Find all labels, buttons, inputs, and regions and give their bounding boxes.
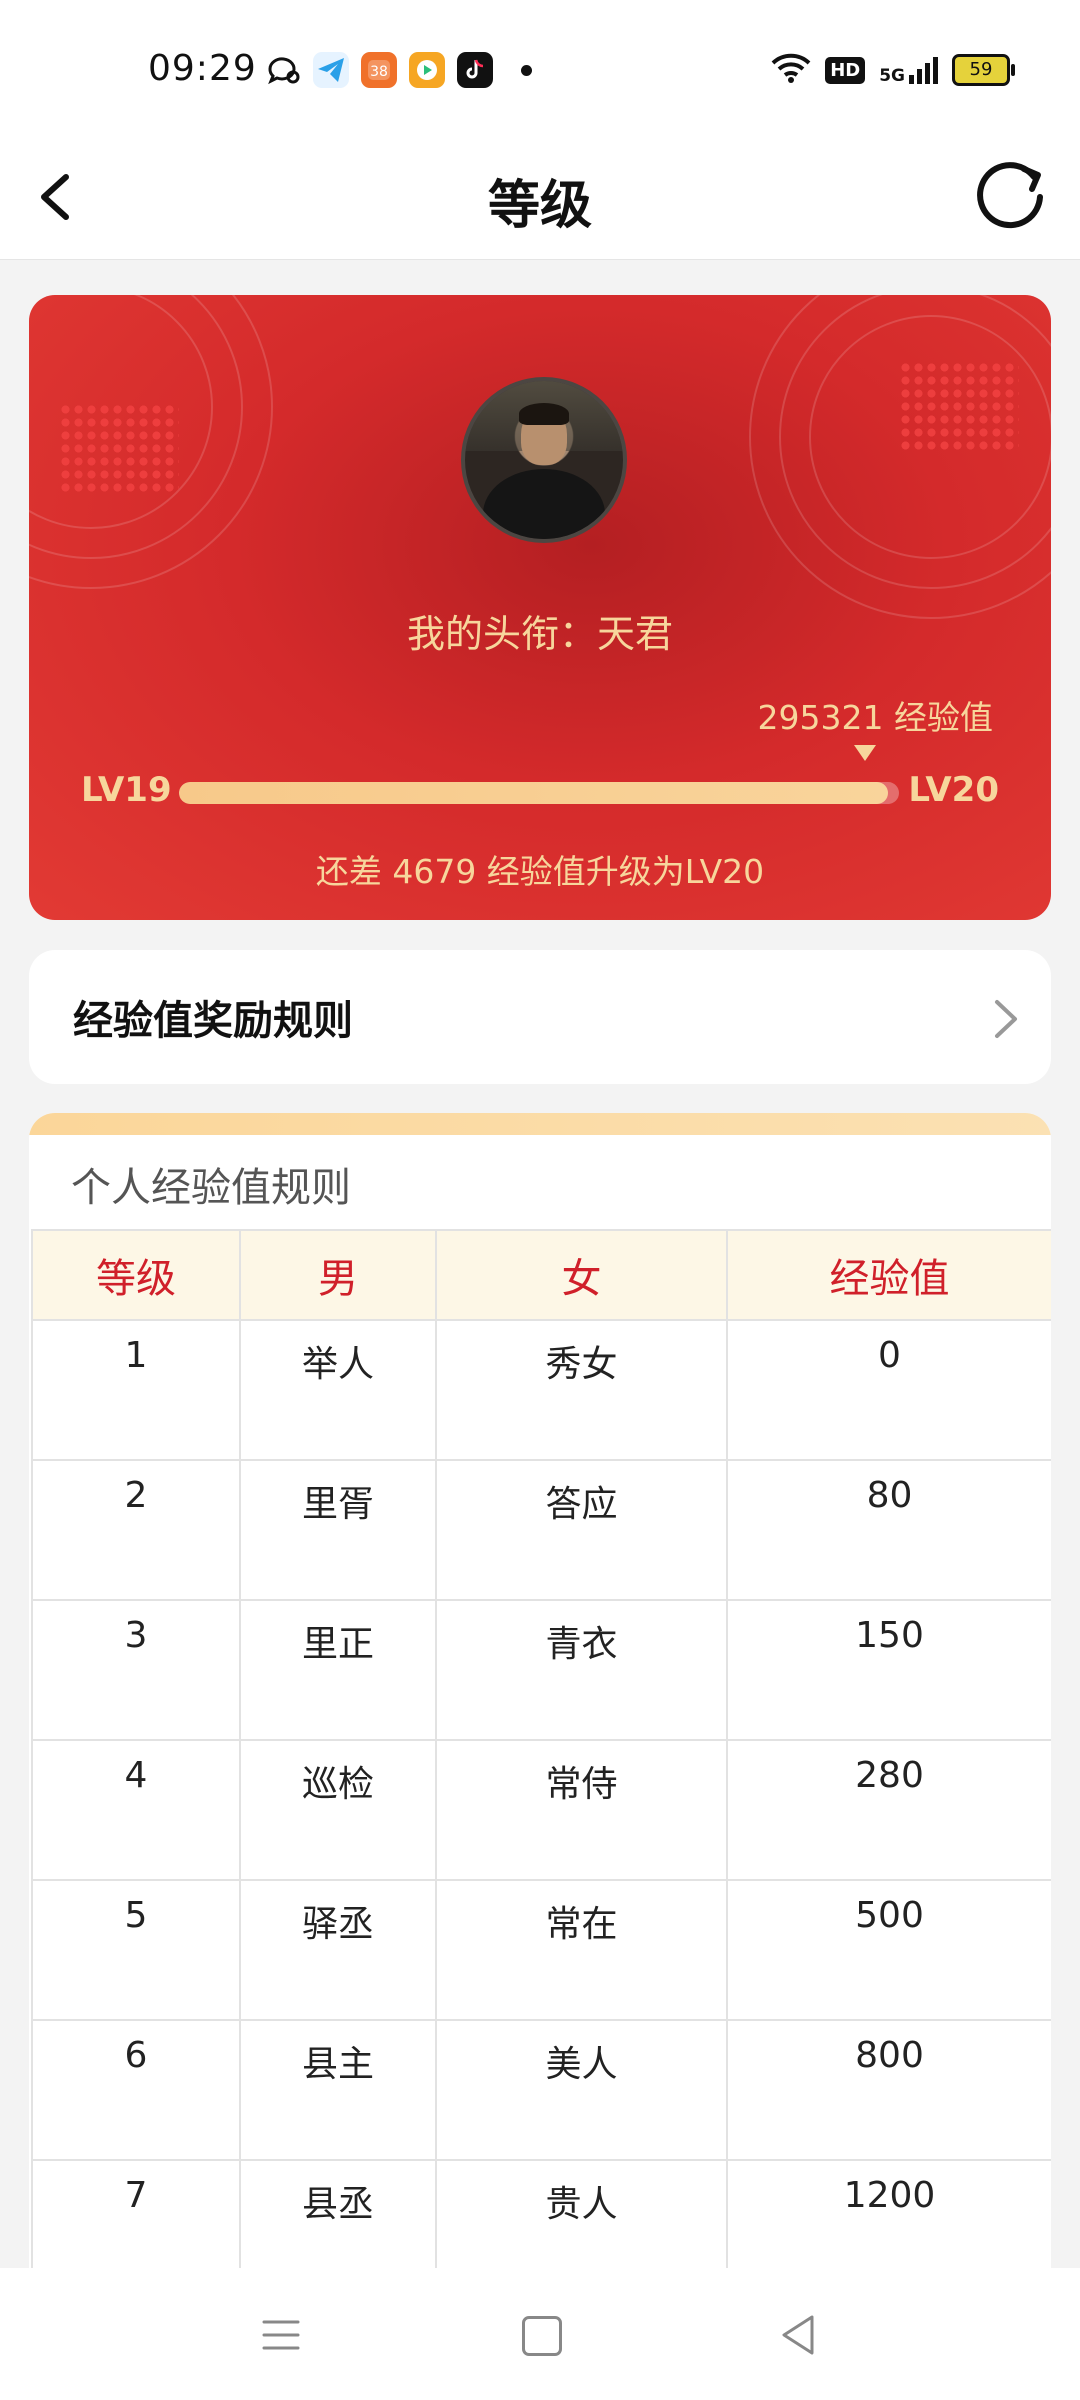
exp-rules-table: 等级 男 女 经验值 1 举人 秀女 0 2 里胥 答应 80 3 里正 青衣 150 4 巡检 常侍 280… (31, 1229, 1051, 2273)
table-cell: 0 (726, 1319, 1051, 1461)
table-cell: 里正 (239, 1599, 437, 1741)
level-card: 我的头衔：天君 295321 经验值 LV19 LV20 还差 4679 经验值… (29, 295, 1051, 920)
table-cell: 1 (31, 1319, 241, 1461)
battery-indicator: 59 (952, 54, 1015, 86)
video-app-icon (409, 52, 445, 88)
notification-dot (521, 64, 532, 76)
telegram-icon (313, 52, 349, 88)
table-cell: 3 (31, 1599, 241, 1741)
table-cell: 县主 (239, 2019, 437, 2161)
table-row: 3 里正 青衣 150 (31, 1599, 1051, 1741)
table-cell: 80 (726, 1459, 1051, 1601)
table-cell: 5 (31, 1879, 241, 2021)
table-cell: 巡检 (239, 1739, 437, 1881)
table-cell: 6 (31, 2019, 241, 2161)
table-cell: 里胥 (239, 1459, 437, 1601)
table-cell: 500 (726, 1879, 1051, 2021)
table-row: 4 巡检 常侍 280 (31, 1739, 1051, 1881)
table-cell: 美人 (435, 2019, 728, 2161)
progress-pointer-icon (854, 745, 876, 761)
table-cell: 举人 (239, 1319, 437, 1461)
table-cell: 常在 (435, 1879, 728, 2021)
table-row: 5 驿丞 常在 500 (31, 1879, 1051, 2021)
table-cell: 秀女 (435, 1319, 728, 1461)
table-cell: 1200 (726, 2159, 1051, 2273)
table-header-row: 等级 男 女 经验值 (31, 1229, 1051, 1321)
remaining-exp-text: 还差 4679 经验值升级为LV20 (315, 852, 765, 891)
decor-dot-grid (59, 403, 179, 493)
table-cell: 贵人 (435, 2159, 728, 2273)
table-cell: 280 (726, 1739, 1051, 1881)
table-cell: 县丞 (239, 2159, 437, 2273)
current-exp: 295321 经验值 (757, 698, 993, 737)
decor-dot-grid (899, 361, 1019, 451)
exp-reward-rules-label: 经验值奖励规则 (73, 998, 353, 1044)
top-navigation-bar: 等级 (0, 135, 1080, 260)
refresh-button[interactable] (972, 155, 1052, 235)
column-header: 女 (435, 1229, 728, 1321)
panel-title: 个人经验值规则 (71, 1165, 351, 1211)
chevron-right-icon (995, 1000, 1017, 1038)
app-38-icon: 38 (361, 52, 397, 88)
status-app-icons: 38 (265, 48, 532, 92)
column-header: 男 (239, 1229, 437, 1321)
table-cell: 800 (726, 2019, 1051, 2161)
panel-accent-strip (29, 1113, 1051, 1135)
hd-badge: HD (825, 56, 866, 84)
next-level: LV20 (908, 770, 999, 810)
chat-bubble-icon (265, 52, 301, 88)
table-row: 1 举人 秀女 0 (31, 1319, 1051, 1461)
table-cell: 答应 (435, 1459, 728, 1601)
column-header: 经验值 (726, 1229, 1051, 1321)
refresh-icon (977, 162, 1043, 229)
table-cell: 2 (31, 1459, 241, 1601)
table-row: 6 县主 美人 800 (31, 2019, 1051, 2161)
signal-icon: 5G (879, 55, 938, 85)
avatar[interactable] (461, 377, 627, 543)
status-time: 09:29 (148, 48, 257, 89)
svg-text:38: 38 (370, 64, 388, 80)
table-cell: 驿丞 (239, 1879, 437, 2021)
table-cell: 4 (31, 1739, 241, 1881)
table-row: 2 里胥 答应 80 (31, 1459, 1051, 1601)
exp-reward-rules-link[interactable]: 经验值奖励规则 (29, 950, 1051, 1084)
back-triangle-icon[interactable] (778, 2313, 818, 2357)
personal-exp-rules-panel: 个人经验值规则 等级 男 女 经验值 1 举人 秀女 0 2 里胥 答应 80 3 里正 青衣 150… (29, 1113, 1051, 2273)
status-indicators: HD 5G 59 (771, 50, 1015, 90)
current-level: LV19 (81, 770, 172, 810)
status-bar: 09:29 38 HD 5G 59 (0, 0, 1080, 135)
wifi-icon (771, 53, 811, 87)
menu-icon[interactable] (262, 2318, 300, 2352)
table-cell: 青衣 (435, 1599, 728, 1741)
level-progress-bar (179, 782, 899, 804)
system-navigation-bar (0, 2268, 1080, 2400)
column-header: 等级 (31, 1229, 241, 1321)
level-progress-fill (179, 782, 889, 804)
table-cell: 常侍 (435, 1739, 728, 1881)
table-cell: 7 (31, 2159, 241, 2273)
table-row: 7 县丞 贵人 1200 (31, 2159, 1051, 2273)
tiktok-icon (457, 52, 493, 88)
page-title: 等级 (487, 176, 592, 236)
user-title: 我的头衔：天君 (406, 612, 673, 656)
home-button[interactable] (522, 2316, 562, 2356)
table-cell: 150 (726, 1599, 1051, 1741)
